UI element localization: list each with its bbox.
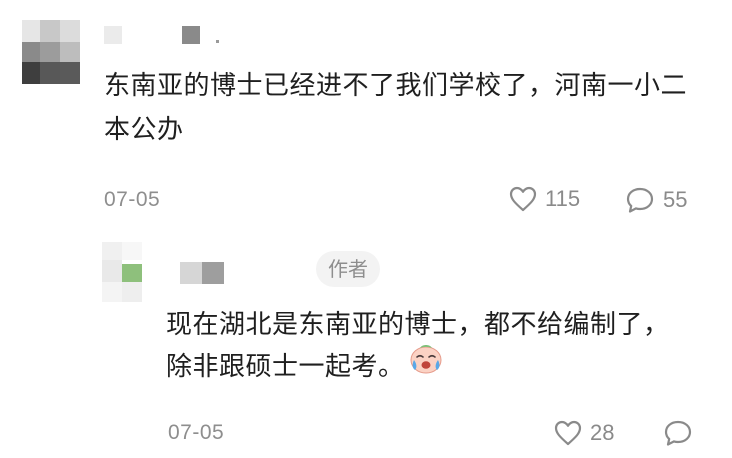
like-count: 115: [545, 186, 581, 211]
comment-text: 东南亚的博士已经进不了我们学校了，河南一小二本公办: [104, 71, 688, 145]
reply-like-count: 28: [590, 420, 615, 445]
reply-date: 07-05: [168, 421, 225, 444]
speech-bubble-icon: [625, 186, 655, 214]
reply-content: 现在湖北是东南亚的博士，都不给编制了，除非跟硕士一起考。: [166, 304, 686, 388]
reply-count: 55: [663, 187, 688, 212]
author-badge: 作者: [316, 251, 380, 287]
speech-bubble-icon: [663, 419, 693, 447]
comment-date: 07-05: [104, 188, 161, 211]
crying-face-emoji: [409, 342, 443, 387]
like-button[interactable]: 115: [509, 186, 580, 212]
reply-like-button[interactable]: 28: [554, 420, 614, 446]
reply-reply-button[interactable]: [663, 419, 693, 447]
username[interactable]: [104, 24, 224, 46]
avatar[interactable]: [22, 20, 80, 84]
heart-outline-icon: [554, 420, 582, 446]
reply-username[interactable]: [180, 262, 230, 284]
reply-button[interactable]: 55: [625, 186, 687, 214]
heart-outline-icon: [509, 186, 537, 212]
reply-avatar[interactable]: [102, 242, 142, 302]
